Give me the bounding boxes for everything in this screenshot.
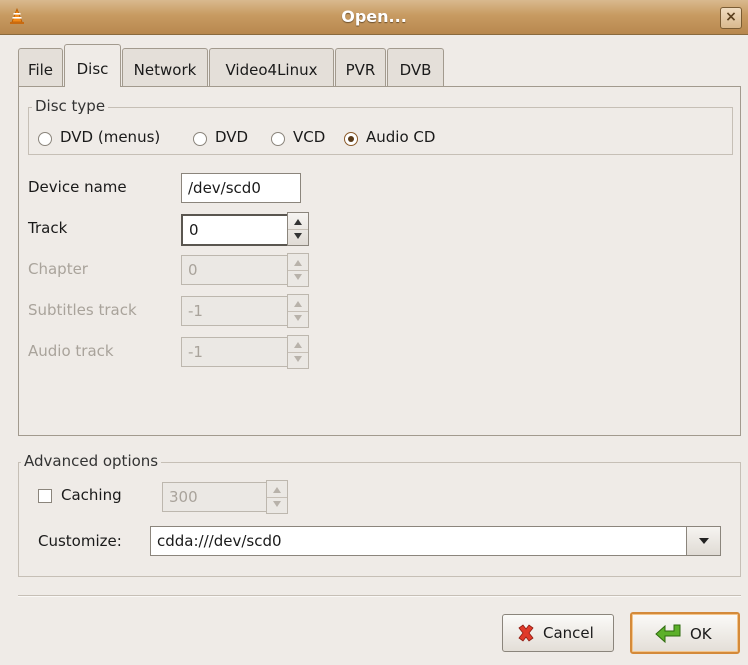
audio-track-label: Audio track: [28, 342, 114, 360]
audio-track-spin-button[interactable]: [287, 335, 309, 369]
spin-up-icon[interactable]: [273, 487, 281, 493]
radio-dvd-menus[interactable]: [38, 132, 52, 146]
subtitles-track-spin-button[interactable]: [287, 294, 309, 328]
customize-label: Customize:: [38, 532, 122, 550]
caching-checkbox[interactable]: [38, 489, 52, 503]
spin-up-icon[interactable]: [294, 342, 302, 348]
caching-spin-button[interactable]: [266, 480, 288, 514]
tab-label: File: [27, 61, 54, 79]
close-button[interactable]: ×: [720, 7, 742, 29]
tab-file[interactable]: File: [18, 48, 63, 86]
cancel-icon: [518, 624, 534, 642]
tab-label: DVB: [399, 61, 432, 79]
advanced-options-frame: [18, 462, 741, 577]
spin-up-icon[interactable]: [294, 260, 302, 266]
tab-label: Disc: [76, 60, 109, 78]
track-spin-button[interactable]: [287, 212, 309, 246]
radio-dvd-label[interactable]: DVD: [215, 128, 248, 146]
subtitles-track-input[interactable]: -1: [181, 296, 289, 326]
chapter-spin-button[interactable]: [287, 253, 309, 287]
tab-network[interactable]: Network: [122, 48, 208, 86]
chapter-input[interactable]: 0: [181, 255, 289, 285]
spin-down-icon[interactable]: [294, 274, 302, 280]
ok-label: OK: [690, 625, 712, 643]
audio-track-input[interactable]: -1: [181, 337, 289, 367]
cancel-button[interactable]: Cancel: [502, 614, 614, 652]
advanced-options-label: Advanced options: [21, 452, 162, 470]
disc-type-label: Disc type: [32, 97, 109, 115]
customize-input[interactable]: cdda:///dev/scd0: [150, 526, 687, 556]
title-bar[interactable]: Open... ×: [0, 0, 748, 35]
device-name-input[interactable]: /dev/scd0: [181, 173, 301, 203]
tab-label: Network: [133, 61, 197, 79]
tab-pvr[interactable]: PVR: [335, 48, 386, 86]
spin-up-icon[interactable]: [294, 301, 302, 307]
tab-video4linux[interactable]: Video4Linux: [209, 48, 334, 86]
track-input[interactable]: 0: [181, 214, 289, 246]
ok-arrow-icon: [655, 624, 681, 644]
spin-down-icon[interactable]: [294, 356, 302, 362]
radio-dvd-menus-label[interactable]: DVD (menus): [60, 128, 160, 146]
tab-label: PVR: [345, 61, 376, 79]
caching-label[interactable]: Caching: [61, 486, 122, 504]
spin-down-icon[interactable]: [294, 233, 302, 239]
tab-disc[interactable]: Disc: [64, 44, 121, 87]
device-name-label: Device name: [28, 178, 127, 196]
window-title: Open...: [341, 7, 407, 26]
radio-audio-cd[interactable]: [344, 132, 358, 146]
radio-audio-cd-label[interactable]: Audio CD: [366, 128, 435, 146]
chevron-down-icon: [699, 538, 709, 544]
spin-up-icon[interactable]: [294, 219, 302, 225]
chapter-label: Chapter: [28, 260, 88, 278]
cancel-label: Cancel: [543, 624, 594, 642]
track-label: Track: [28, 219, 68, 237]
spin-down-icon[interactable]: [273, 501, 281, 507]
customize-dropdown-button[interactable]: [686, 526, 721, 556]
tab-label: Video4Linux: [225, 61, 318, 79]
button-separator: [18, 595, 741, 597]
radio-vcd[interactable]: [271, 132, 285, 146]
disc-tab-panel: Disc type DVD (menus) DVD VCD Audio CD D…: [18, 86, 741, 436]
subtitles-track-label: Subtitles track: [28, 301, 137, 319]
radio-vcd-label[interactable]: VCD: [293, 128, 325, 146]
caching-input[interactable]: 300: [162, 482, 268, 512]
ok-button[interactable]: OK: [630, 612, 740, 654]
tab-dvb[interactable]: DVB: [387, 48, 444, 86]
spin-down-icon[interactable]: [294, 315, 302, 321]
radio-dvd[interactable]: [193, 132, 207, 146]
